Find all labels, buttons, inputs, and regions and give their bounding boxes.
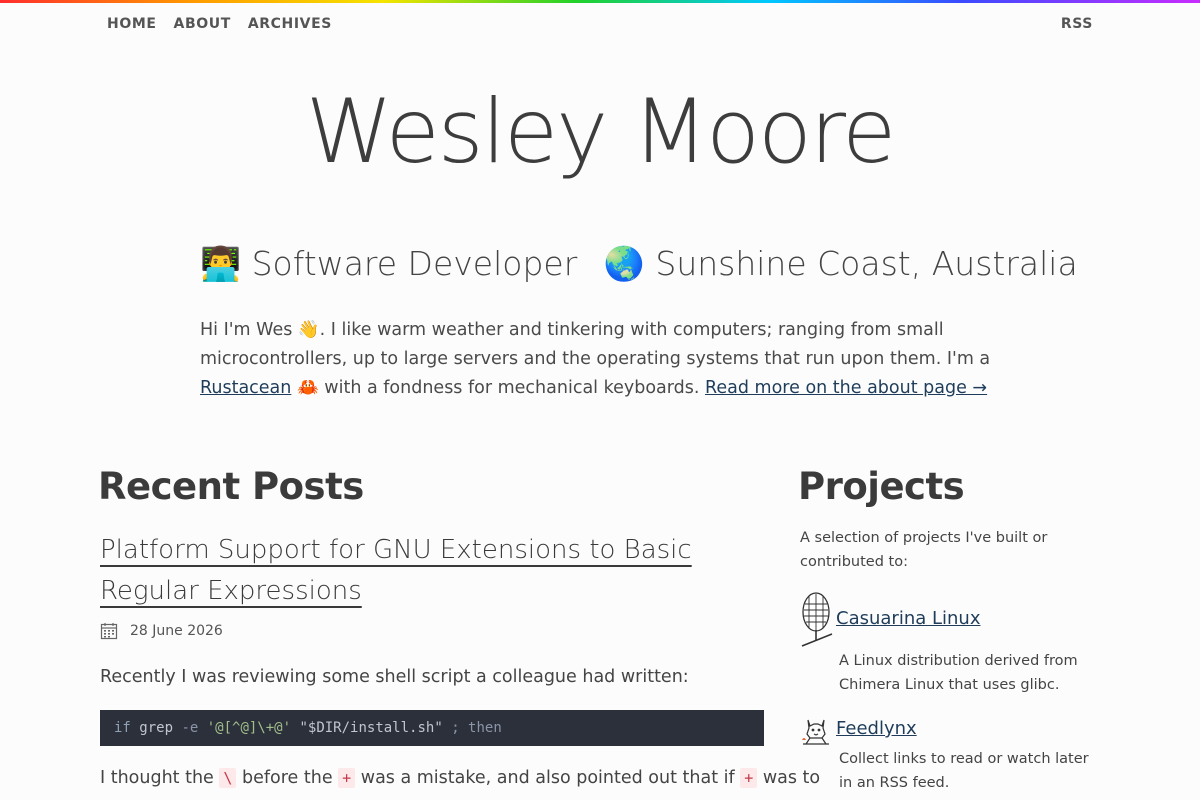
projects-heading: Projects	[798, 465, 965, 508]
site-title: Wesley Moore	[305, 80, 896, 183]
post-date: 28 June 2026	[100, 622, 223, 640]
intro-text-1: Hi I'm Wes 👋. I like warm weather and ti…	[200, 320, 991, 369]
technologist-emoji-icon: 👨‍💻	[200, 244, 242, 283]
project-description-casuarina: A Linux distribution derived from Chimer…	[839, 653, 1078, 693]
project-link-feedlynx[interactable]: Feedlynx	[836, 718, 917, 739]
casuarina-cone-icon	[801, 592, 833, 647]
post-paragraph-1: Recently I was reviewing some shell scri…	[100, 667, 689, 687]
intro-text-2: 🦀 with a fondness for mechanical keyboar…	[291, 378, 706, 398]
about-page-link[interactable]: Read more on the about page →	[705, 378, 987, 398]
rustacean-link[interactable]: Rustacean	[200, 378, 291, 398]
nav-archives-link[interactable]: ARCHIVES	[248, 16, 332, 32]
projects-description: A selection of projects I've built or co…	[800, 530, 1048, 570]
nav-rss-link[interactable]: RSS	[1061, 16, 1093, 32]
nav-home-link[interactable]: HOME	[107, 16, 157, 32]
project-link-casuarina[interactable]: Casuarina Linux	[836, 608, 980, 629]
project-item-feedlynx: Feedlynx Collect links to read or watch …	[800, 714, 1100, 800]
project-description-feedlynx: Collect links to read or watch later in …	[839, 751, 1089, 791]
location-text: Sunshine Coast, Australia	[655, 244, 1078, 283]
project-item-casuarina: Casuarina Linux A Linux distribution der…	[800, 592, 1100, 702]
inline-code: \	[219, 768, 237, 788]
rainbow-top-bar	[0, 0, 1200, 3]
nav-about-link[interactable]: ABOUT	[174, 16, 231, 32]
intro-paragraph: Hi I'm Wes 👋. I like warm weather and ti…	[200, 316, 1000, 403]
lynx-icon	[802, 719, 829, 745]
recent-posts-heading: Recent Posts	[98, 465, 364, 508]
globe-emoji-icon: 🌏	[603, 244, 645, 283]
inline-code: +	[338, 768, 356, 788]
code-block: if grep -e '@[^@]\+@' "$DIR/install.sh" …	[100, 710, 764, 746]
post-date-text: 28 June 2026	[130, 623, 223, 639]
tagline: 👨‍💻 Software Developer 🌏 Sunshine Coast,…	[200, 244, 1078, 284]
inline-code: +	[740, 768, 758, 788]
post-title-link[interactable]: Platform Support for GNU Extensions to B…	[100, 530, 780, 612]
calendar-icon	[100, 623, 118, 640]
role-text: Software Developer	[251, 244, 578, 283]
post-paragraph-2: I thought the \ before the + was a mista…	[100, 768, 821, 788]
top-navigation: HOME ABOUT ARCHIVES	[107, 16, 332, 32]
